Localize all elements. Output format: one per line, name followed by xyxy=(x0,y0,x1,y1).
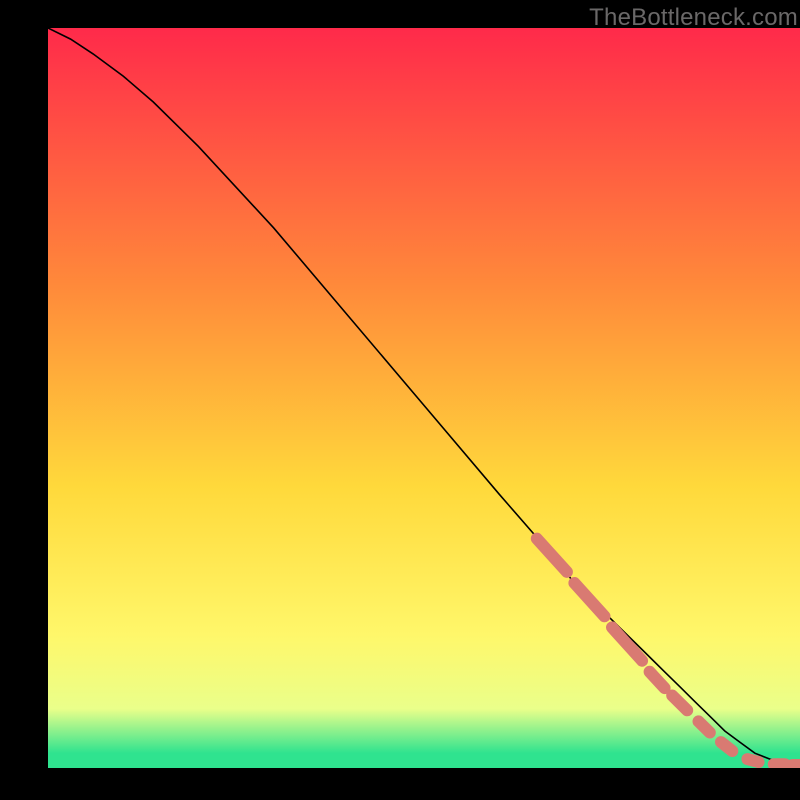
gradient-background xyxy=(48,28,800,768)
watermark-text: TheBottleneck.com xyxy=(589,4,798,32)
plot-area xyxy=(48,28,800,768)
chart-stage: TheBottleneck.com xyxy=(0,0,800,800)
